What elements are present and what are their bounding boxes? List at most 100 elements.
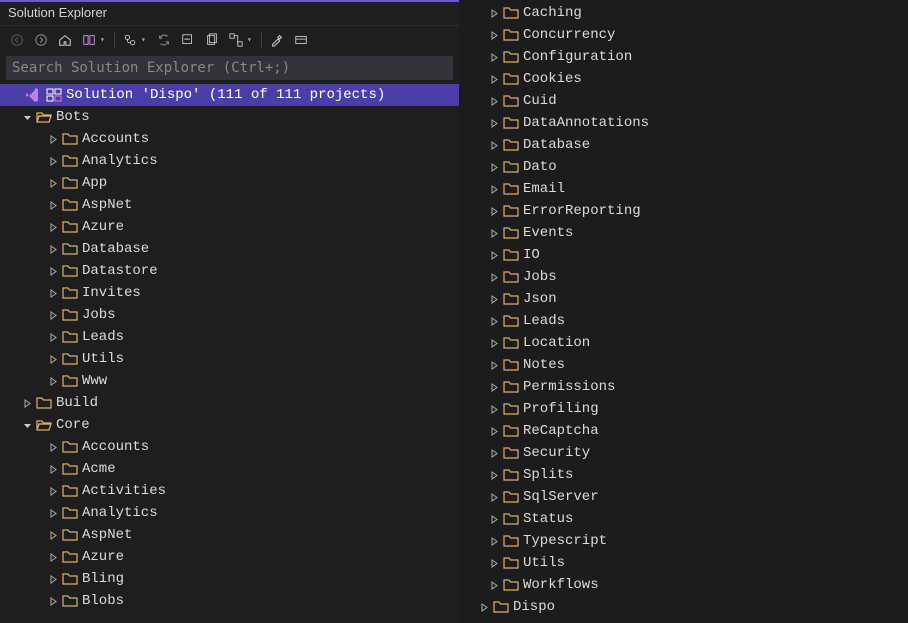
collapse-all-button[interactable]: [179, 31, 197, 49]
search-input[interactable]: [12, 60, 447, 76]
expander-icon[interactable]: [487, 490, 501, 504]
properties-button[interactable]: [268, 31, 286, 49]
expander-icon[interactable]: [487, 292, 501, 306]
folder-node-errorreporting[interactable]: ErrorReporting: [459, 200, 908, 222]
folder-node-accounts[interactable]: Accounts: [0, 436, 459, 458]
folder-node-dato[interactable]: Dato: [459, 156, 908, 178]
expander-icon[interactable]: [46, 242, 60, 256]
folder-node-activities[interactable]: Activities: [0, 480, 459, 502]
folder-node-datastore[interactable]: Datastore: [0, 260, 459, 282]
folder-node-acme[interactable]: Acme: [0, 458, 459, 480]
expander-icon[interactable]: [487, 468, 501, 482]
expander-icon[interactable]: [487, 204, 501, 218]
solution-tree-continued[interactable]: CachingConcurrencyConfigurationCookiesCu…: [459, 0, 908, 618]
expander-icon[interactable]: [487, 556, 501, 570]
folder-node-azure[interactable]: Azure: [0, 546, 459, 568]
forward-button[interactable]: [32, 31, 50, 49]
expander-icon[interactable]: [487, 534, 501, 548]
expander-icon[interactable]: [487, 28, 501, 42]
expander-icon[interactable]: [487, 380, 501, 394]
expander-icon[interactable]: [46, 330, 60, 344]
folder-node-recaptcha[interactable]: ReCaptcha: [459, 420, 908, 442]
folder-node-bling[interactable]: Bling: [0, 568, 459, 590]
folder-node-cuid[interactable]: Cuid: [459, 90, 908, 112]
sync-button[interactable]: [155, 31, 173, 49]
back-button[interactable]: [8, 31, 26, 49]
folder-node-aspnet[interactable]: AspNet: [0, 524, 459, 546]
expander-icon[interactable]: [477, 600, 491, 614]
folder-node-events[interactable]: Events: [459, 222, 908, 244]
expander-icon[interactable]: [46, 374, 60, 388]
search-box[interactable]: [6, 56, 453, 80]
folder-node-leads[interactable]: Leads: [459, 310, 908, 332]
expander-icon[interactable]: [46, 484, 60, 498]
folder-node-dataannotations[interactable]: DataAnnotations: [459, 112, 908, 134]
folder-node-leads[interactable]: Leads: [0, 326, 459, 348]
folder-node-azure[interactable]: Azure: [0, 216, 459, 238]
switch-views-button[interactable]: [80, 31, 98, 49]
switch-views-dropdown[interactable]: ▾: [100, 35, 108, 45]
folder-node-aspnet[interactable]: AspNet: [0, 194, 459, 216]
expander-icon[interactable]: [46, 286, 60, 300]
expander-icon[interactable]: [487, 336, 501, 350]
expander-icon[interactable]: [46, 550, 60, 564]
folder-node-dispo[interactable]: Dispo: [459, 596, 908, 618]
expander-icon[interactable]: [487, 314, 501, 328]
expander-icon[interactable]: [46, 440, 60, 454]
expander-icon[interactable]: [487, 226, 501, 240]
expander-icon[interactable]: [20, 418, 34, 432]
folder-node-io[interactable]: IO: [459, 244, 908, 266]
expander-icon[interactable]: [487, 578, 501, 592]
folder-node-invites[interactable]: Invites: [0, 282, 459, 304]
expander-icon[interactable]: [46, 594, 60, 608]
expander-icon[interactable]: [46, 220, 60, 234]
folder-node-caching[interactable]: Caching: [459, 2, 908, 24]
expander-icon[interactable]: [20, 396, 34, 410]
filter-dropdown[interactable]: ▾: [141, 35, 149, 45]
expander-icon[interactable]: [487, 6, 501, 20]
preview-button[interactable]: [292, 31, 310, 49]
folder-node-cookies[interactable]: Cookies: [459, 68, 908, 90]
folder-node-jobs[interactable]: Jobs: [0, 304, 459, 326]
expander-icon[interactable]: [487, 94, 501, 108]
folder-node-utils[interactable]: Utils: [459, 552, 908, 574]
expander-icon[interactable]: [46, 528, 60, 542]
view-dropdown[interactable]: ▾: [247, 35, 255, 45]
folder-node-analytics[interactable]: Analytics: [0, 150, 459, 172]
expander-icon[interactable]: [46, 198, 60, 212]
folder-node-typescript[interactable]: Typescript: [459, 530, 908, 552]
folder-node-json[interactable]: Json: [459, 288, 908, 310]
solution-node[interactable]: Solution 'Dispo' (111 of 111 projects): [0, 84, 459, 106]
folder-node-app[interactable]: App: [0, 172, 459, 194]
home-button[interactable]: [56, 31, 74, 49]
expander-icon[interactable]: [487, 424, 501, 438]
folder-node-email[interactable]: Email: [459, 178, 908, 200]
folder-node-database[interactable]: Database: [459, 134, 908, 156]
show-all-files-button[interactable]: [203, 31, 221, 49]
folder-node-configuration[interactable]: Configuration: [459, 46, 908, 68]
expander-icon[interactable]: [487, 512, 501, 526]
expander-icon[interactable]: [487, 446, 501, 460]
expander-icon[interactable]: [46, 308, 60, 322]
expander-icon[interactable]: [487, 358, 501, 372]
expander-icon[interactable]: [487, 160, 501, 174]
folder-node-bots[interactable]: Bots: [0, 106, 459, 128]
folder-node-security[interactable]: Security: [459, 442, 908, 464]
expander-icon[interactable]: [46, 264, 60, 278]
expander-icon[interactable]: [46, 132, 60, 146]
expander-icon[interactable]: [46, 506, 60, 520]
folder-node-database[interactable]: Database: [0, 238, 459, 260]
folder-node-concurrency[interactable]: Concurrency: [459, 24, 908, 46]
expander-icon[interactable]: [46, 462, 60, 476]
expander-icon[interactable]: [46, 352, 60, 366]
expander-icon[interactable]: [487, 182, 501, 196]
expander-icon[interactable]: [46, 176, 60, 190]
folder-node-workflows[interactable]: Workflows: [459, 574, 908, 596]
folder-node-www[interactable]: Www: [0, 370, 459, 392]
view-class-diagram-button[interactable]: [227, 31, 245, 49]
folder-node-build[interactable]: Build: [0, 392, 459, 414]
folder-node-location[interactable]: Location: [459, 332, 908, 354]
folder-node-accounts[interactable]: Accounts: [0, 128, 459, 150]
folder-node-notes[interactable]: Notes: [459, 354, 908, 376]
folder-node-utils[interactable]: Utils: [0, 348, 459, 370]
